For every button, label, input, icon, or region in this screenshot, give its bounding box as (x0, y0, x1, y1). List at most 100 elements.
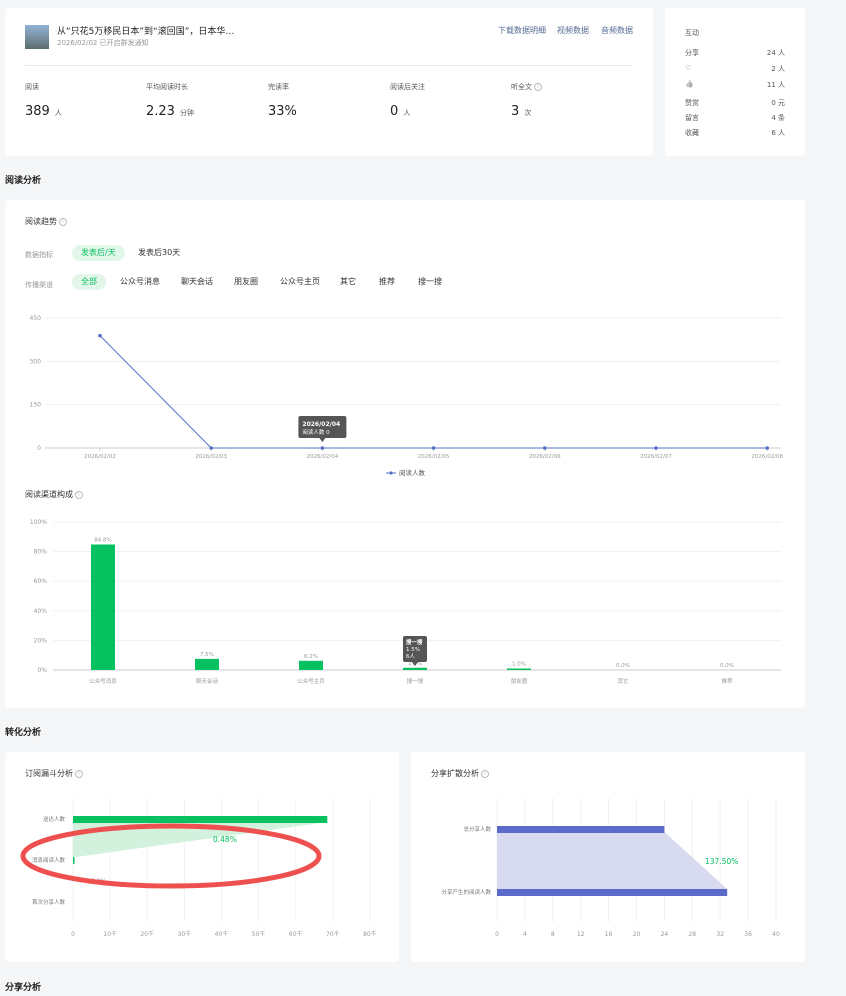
subscription-funnel-chart[interactable]: 0 10千 20千 30千 40千 50千 60千 70千 80千 送达人数消息阅读人数首次分享人… (5, 752, 399, 962)
channel-option-account-message[interactable]: 公众号消息 (111, 274, 169, 290)
composition-title: 阅读渠道构成 i (25, 489, 83, 500)
data-point (431, 446, 436, 450)
legend-label: 阅读人数 (399, 468, 426, 477)
bar (497, 826, 665, 833)
stat-label: 完读率 (268, 83, 289, 91)
reward-value: 0 元 (771, 99, 785, 107)
x-tick-label: 10千 (103, 930, 117, 938)
metric-option-30days[interactable]: 发表后30天 (129, 245, 189, 261)
article-thumbnail[interactable] (25, 25, 49, 49)
x-tick-label: 2026/02/06 (529, 454, 561, 460)
heart-icon: ♡ (685, 64, 692, 72)
video-data-link[interactable]: 视频数据 (557, 25, 589, 36)
x-tick-label: 朋友圈 (511, 677, 528, 685)
tooltip-count: 6人 (406, 653, 415, 660)
x-tick-label: 0 (71, 931, 75, 938)
composition-title-text: 阅读渠道构成 (25, 490, 73, 499)
info-icon[interactable]: i (75, 490, 83, 499)
comment-label: 留言 (685, 114, 699, 122)
x-tick-label: 推荐 (721, 677, 733, 685)
x-tick-label: 70千 (326, 930, 340, 938)
y-tick-label: 150 (30, 402, 42, 409)
x-tick-label: 0 (495, 931, 499, 938)
data-label: 0.0% (720, 663, 734, 669)
divider (25, 65, 633, 66)
audio-data-link[interactable]: 音频数据 (601, 25, 633, 36)
channel-option-search[interactable]: 搜一搜 (409, 274, 451, 290)
y-tick-label: 450 (30, 315, 42, 322)
y-tick-label: 80% (34, 549, 48, 556)
favorite-value: 6 人 (771, 129, 785, 137)
channel-option-moments[interactable]: 朋友圈 (225, 274, 267, 290)
interaction-card: 互动 分享 24 人 ♡ 2 人 👍 11 人 赞赏 0 元 留言 4 条 收藏… (665, 8, 805, 156)
y-tick-label: 总分享人数 (463, 825, 491, 833)
stat-unit: 人 (54, 109, 62, 117)
funnel-connector (73, 822, 328, 857)
info-icon[interactable]: i (534, 83, 542, 91)
info-icon[interactable]: i (59, 217, 67, 226)
article-meta: 2026/02/02 已开启群发通知 (57, 39, 149, 47)
section-title-reading: 阅读分析 (5, 176, 42, 186)
x-tick-label: 20千 (140, 930, 154, 938)
tooltip-name: 搜一搜 (406, 638, 423, 646)
channel-option-all[interactable]: 全部 (72, 274, 106, 290)
interaction-title: 互动 (685, 29, 699, 37)
x-tick-label: 2026/02/02 (84, 454, 116, 460)
data-point (320, 446, 325, 450)
article-card: 从“只花5万移民日本”到“滚回国”，日本华… 2026/02/02 已开启群发通… (5, 8, 653, 156)
y-tick-label: 40% (34, 608, 48, 615)
download-details-link[interactable]: 下载数据明细 (498, 25, 546, 36)
y-tick-label: 300 (30, 358, 42, 365)
y-tick-label: 消息阅读人数 (32, 856, 66, 864)
stat-listen-full: 听全文 i 3 次 (511, 82, 542, 119)
stat-value: 2.23 (146, 104, 175, 119)
stat-value: 0 (390, 104, 399, 119)
x-tick-label: 36 (744, 931, 752, 938)
metric-label: 数据指标 (25, 251, 53, 259)
reward-label: 赞赏 (685, 99, 699, 107)
article-title[interactable]: 从“只花5万移民日本”到“滚回国”，日本华… (57, 24, 234, 37)
stat-completion-rate: 完读率 33% (268, 82, 297, 119)
data-point (543, 446, 547, 450)
x-tick-label: 其它 (617, 677, 628, 685)
channel-option-account-home[interactable]: 公众号主页 (271, 274, 329, 290)
tooltip-date: 2026/02/04 (302, 421, 340, 428)
data-label: 0.0% (616, 663, 630, 669)
stat-label: 阅读后关注 (390, 83, 425, 91)
bar (73, 816, 328, 823)
section-title-share: 分享分析 (5, 983, 42, 993)
channel-option-other[interactable]: 其它 (331, 274, 365, 290)
thumbs-up-icon: 👍 (685, 80, 694, 88)
x-tick-label: 40千 (215, 930, 229, 938)
x-tick-label: 8 (551, 931, 555, 938)
x-tick-label: 公众号消息 (89, 677, 117, 685)
channel-option-recommend[interactable]: 推荐 (370, 274, 404, 290)
x-tick-label: 50千 (252, 930, 266, 938)
stat-label: 平均阅读时长 (146, 83, 188, 91)
tooltip-value: 阅读人数 0 (302, 428, 330, 436)
bar (91, 544, 115, 670)
data-label: 1.0% (512, 662, 526, 668)
reading-trend-chart[interactable]: 0 150 300 450 2026/02/02 2026/02/03 2026/02/04… (5, 308, 805, 480)
stat-value: 389 (25, 104, 50, 119)
y-tick-label: 首次分享人数 (32, 898, 66, 906)
y-tick-label: 60% (34, 578, 48, 585)
y-tick-label: 0 (37, 445, 41, 452)
bar (497, 889, 728, 896)
conversion-rate-label: 0.0% (91, 878, 107, 885)
channel-option-chat[interactable]: 聊天会话 (172, 274, 222, 290)
data-point (98, 333, 102, 338)
share-spread-card: 分享扩散分析 i 0 4 8 12 16 20 24 28 32 36 40 总分享人数 分享产生的阅读人… (411, 752, 805, 962)
metric-option-daily[interactable]: 发表后/天 (72, 245, 125, 261)
share-spread-chart[interactable]: 0 4 8 12 16 20 24 28 32 36 40 总分享人数分享产生的阅读人数 137.50% (411, 752, 805, 962)
x-tick-label: 聊天会话 (196, 677, 219, 685)
stat-unit: 次 (524, 109, 532, 117)
x-tick-label: 80千 (363, 930, 377, 938)
bar (73, 857, 75, 864)
x-tick-label: 24 (661, 931, 669, 938)
reading-analysis-card: 阅读趋势 i 数据指标 发表后/天 发表后30天 传播渠道 全部 公众号消息 聊天… (5, 200, 805, 708)
share-value: 24 人 (766, 49, 785, 57)
channel-composition-chart[interactable]: 0% 20% 40% 60% 80% 100% 84.8% 公众号消息 7.5% 聊天会话 6.2%… (5, 508, 805, 698)
x-tick-label: 60千 (289, 930, 303, 938)
favorite-label: 收藏 (685, 129, 699, 137)
